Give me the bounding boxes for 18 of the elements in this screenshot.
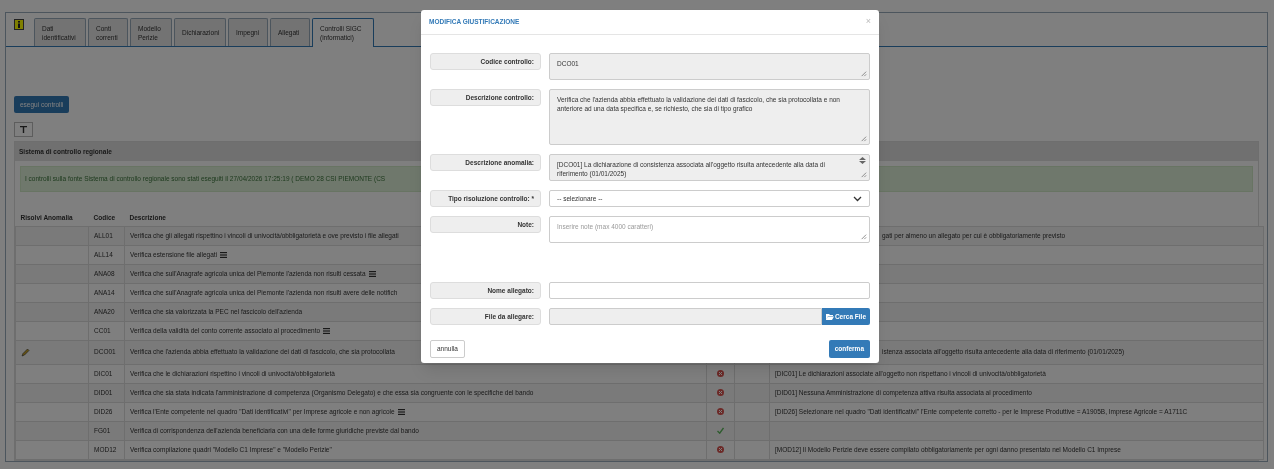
scroll-arrows-icon[interactable] (859, 157, 866, 165)
list-icon[interactable] (220, 251, 228, 258)
list-icon[interactable] (397, 408, 405, 415)
info-icon[interactable] (14, 19, 24, 30)
resize-handle-icon[interactable] (859, 69, 867, 77)
chevron-down-icon (853, 195, 862, 202)
resize-handle-icon[interactable] (859, 232, 867, 240)
list-icon[interactable] (323, 327, 331, 334)
folder-icon (825, 313, 834, 320)
list-icon[interactable] (368, 270, 376, 277)
input-field[interactable] (549, 282, 870, 299)
filter-button[interactable] (14, 122, 33, 137)
close-button[interactable]: × (865, 15, 871, 29)
file-path-field[interactable] (549, 308, 822, 325)
pencil-icon[interactable] (21, 347, 30, 357)
resize-handle-icon[interactable] (859, 170, 867, 178)
filter-icon (20, 126, 27, 133)
resize-handle-icon[interactable] (859, 134, 867, 142)
